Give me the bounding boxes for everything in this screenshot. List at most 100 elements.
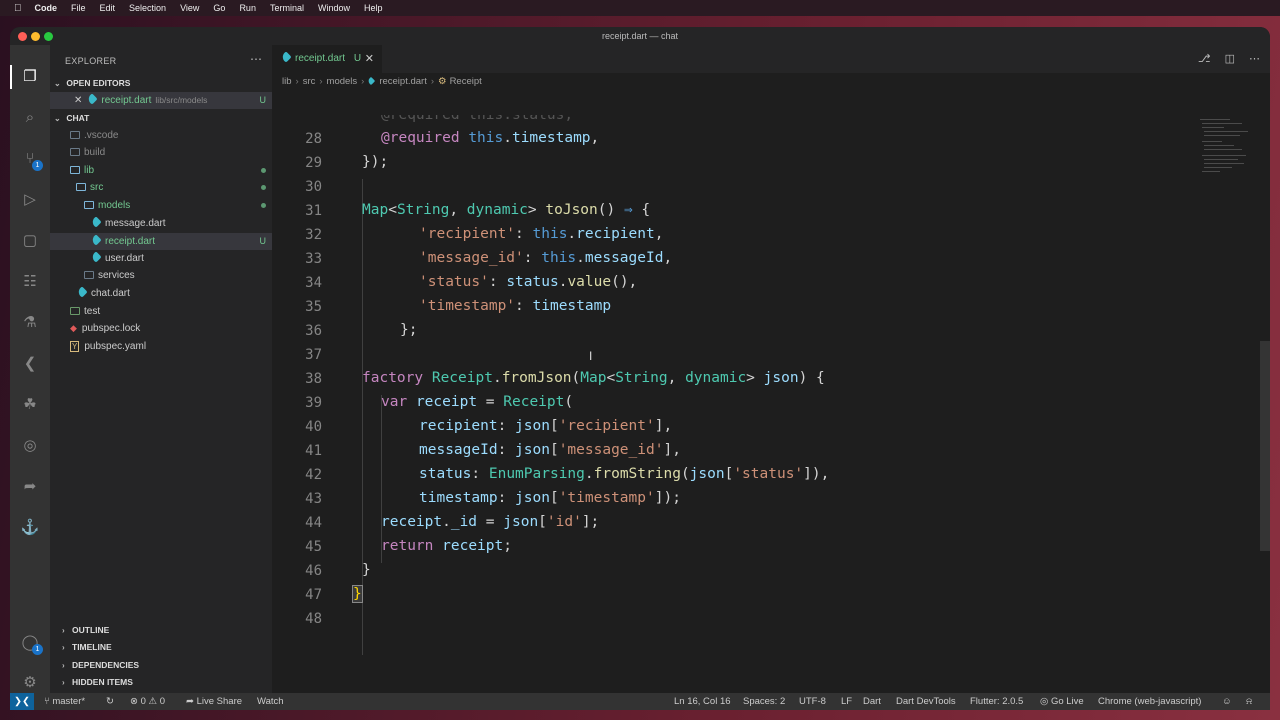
problems-item[interactable]: ⊗ 0 ⚠ 0 bbox=[130, 693, 165, 710]
sync-icon[interactable]: ↻ bbox=[106, 693, 114, 710]
explorer-icon[interactable]: ❐ bbox=[20, 67, 40, 87]
menu-window[interactable]: Window bbox=[311, 3, 357, 13]
git-graph-icon[interactable]: ◎ bbox=[20, 436, 40, 456]
vertical-scrollbar[interactable] bbox=[1260, 341, 1270, 551]
breadcrumb-item[interactable]: receipt.dart bbox=[379, 76, 427, 87]
tree-item-chat-dart[interactable]: chat.dart bbox=[50, 285, 272, 302]
tree-label: lib bbox=[84, 165, 95, 176]
tree-item-pubspec-yaml[interactable]: Ypubspec.yaml bbox=[50, 338, 272, 355]
tree-item-src[interactable]: src bbox=[50, 179, 272, 196]
code-line: timestamp: json['timestamp']); bbox=[419, 490, 681, 506]
tree-icon[interactable]: ☘ bbox=[20, 395, 40, 415]
watch-item[interactable]: Watch bbox=[257, 693, 284, 710]
tree-item-services[interactable]: services bbox=[50, 267, 272, 284]
cursor-position[interactable]: Ln 16, Col 16 bbox=[674, 693, 731, 710]
split-editor-icon[interactable]: ◫ bbox=[1225, 52, 1235, 65]
flutter-version[interactable]: Flutter: 2.0.5 bbox=[970, 693, 1023, 710]
code-line: } bbox=[362, 562, 371, 578]
account-badge: 1 bbox=[32, 644, 43, 655]
more-actions-icon[interactable]: ⋯ bbox=[250, 52, 262, 66]
menu-help[interactable]: Help bbox=[357, 3, 390, 13]
menu-run[interactable]: Run bbox=[232, 3, 263, 13]
dart-devtools[interactable]: Dart DevTools bbox=[896, 693, 956, 710]
open-editor-item[interactable]: ✕ receipt.dart lib/src/models U bbox=[50, 92, 272, 109]
docker-icon[interactable]: ⚓ bbox=[20, 518, 40, 538]
tree-item-test[interactable]: test bbox=[50, 303, 272, 320]
tree-item-models[interactable]: models bbox=[50, 197, 272, 214]
code-line: Map<String, dynamic> toJson() ⇒ { bbox=[362, 202, 651, 218]
tree-label: test bbox=[84, 306, 101, 317]
tree-item-user-dart[interactable]: user.dart bbox=[50, 250, 272, 267]
tree-item-build[interactable]: build bbox=[50, 144, 272, 161]
search-icon[interactable]: ⌕ bbox=[20, 108, 40, 128]
outline-section[interactable]: › OUTLINE bbox=[50, 622, 272, 639]
language-mode[interactable]: Dart bbox=[863, 693, 881, 710]
apple-icon[interactable]:  bbox=[0, 3, 28, 14]
tab-receipt-dart[interactable]: receipt.dart U ✕ bbox=[272, 45, 382, 73]
minimize-window-button[interactable] bbox=[31, 32, 40, 41]
tree-label: models bbox=[98, 200, 131, 211]
tree-item-receipt-dart[interactable]: receipt.dart U bbox=[50, 233, 272, 250]
hidden-items-section[interactable]: › HIDDEN ITEMS bbox=[50, 674, 272, 691]
encoding[interactable]: UTF-8 bbox=[799, 693, 826, 710]
branch-item[interactable]: ⑂ master* bbox=[44, 693, 85, 710]
code-line: recipient: json['recipient'], bbox=[419, 418, 673, 434]
testing-icon[interactable]: ⚗ bbox=[20, 313, 40, 333]
menu-terminal[interactable]: Terminal bbox=[263, 3, 311, 13]
feedback-icon[interactable]: ☺ bbox=[1222, 693, 1232, 710]
code-editor[interactable]: 28 29 30 31 32 33 34 35 36 37 38 39 40 4… bbox=[272, 91, 1270, 693]
tab-label: receipt.dart bbox=[295, 53, 346, 64]
activity-bar: ❐ ⌕ ⑂ 1 ▷ ▢ ☷ ⚗ ❮ ☘ ◎ ➦ ⚓ ◯ 1 ⚙ bbox=[10, 45, 50, 693]
menu-edit[interactable]: Edit bbox=[93, 3, 123, 13]
go-live-item[interactable]: ◎ Go Live bbox=[1040, 693, 1084, 710]
menu-view[interactable]: View bbox=[173, 3, 206, 13]
remote-indicator-icon[interactable]: ❯❮ bbox=[10, 693, 34, 710]
code-line: }; bbox=[400, 322, 418, 338]
minimap[interactable] bbox=[1196, 91, 1256, 181]
timeline-section[interactable]: › TIMELINE bbox=[50, 639, 272, 656]
live-share-item[interactable]: ➦ Live Share bbox=[186, 693, 242, 710]
source-control-icon[interactable]: ⑂ 1 bbox=[20, 149, 43, 171]
extensions-icon[interactable]: ☷ bbox=[20, 272, 40, 292]
open-editors-section[interactable]: ⌄ OPEN EDITORS bbox=[50, 75, 272, 92]
menu-selection[interactable]: Selection bbox=[122, 3, 173, 13]
editor-actions: ⎇ ◫ ⋯ bbox=[1198, 52, 1260, 65]
compare-changes-icon[interactable]: ⎇ bbox=[1198, 52, 1211, 65]
code-line: return receipt; bbox=[381, 538, 512, 554]
notifications-bell-icon[interactable]: ⍾ bbox=[1246, 693, 1252, 710]
tree-item-pubspec-lock[interactable]: ◆ pubspec.lock bbox=[50, 320, 272, 337]
folder-icon bbox=[70, 307, 80, 315]
zoom-window-button[interactable] bbox=[44, 32, 53, 41]
account-icon[interactable]: ◯ 1 bbox=[20, 633, 43, 655]
close-icon[interactable]: ✕ bbox=[74, 95, 82, 106]
breadcrumb-item[interactable]: lib bbox=[282, 76, 292, 87]
dependencies-section[interactable]: › DEPENDENCIES bbox=[50, 657, 272, 674]
dart-file-icon bbox=[90, 234, 102, 246]
tree-item-vscode[interactable]: .vscode bbox=[50, 127, 272, 144]
folder-open-icon bbox=[70, 166, 80, 174]
close-icon[interactable]: ✕ bbox=[365, 45, 374, 73]
warning-count: 0 bbox=[159, 696, 166, 707]
flutter-icon[interactable]: ❮ bbox=[20, 354, 40, 374]
tree-item-message-dart[interactable]: message.dart bbox=[50, 215, 272, 232]
menu-app[interactable]: Code bbox=[28, 3, 65, 13]
run-debug-icon[interactable]: ▷ bbox=[20, 190, 40, 210]
chat-project-section[interactable]: ⌄ CHAT bbox=[50, 110, 272, 127]
breadcrumb-item[interactable]: Receipt bbox=[450, 76, 482, 87]
device-selector[interactable]: Chrome (web-javascript) bbox=[1098, 693, 1201, 710]
live-share-icon[interactable]: ➦ bbox=[20, 477, 40, 497]
line-ending[interactable]: LF bbox=[841, 693, 852, 710]
tree-item-lib[interactable]: lib bbox=[50, 162, 272, 179]
error-icon: ⊗ bbox=[130, 696, 138, 707]
remote-explorer-icon[interactable]: ▢ bbox=[20, 231, 40, 251]
menu-go[interactable]: Go bbox=[206, 3, 232, 13]
project-label: CHAT bbox=[66, 113, 90, 123]
chevron-right-icon: › bbox=[319, 76, 323, 87]
indentation[interactable]: Spaces: 2 bbox=[743, 693, 785, 710]
settings-gear-icon[interactable]: ⚙ bbox=[20, 673, 40, 693]
close-window-button[interactable] bbox=[18, 32, 27, 41]
breadcrumb-item[interactable]: models bbox=[327, 76, 358, 87]
more-actions-icon[interactable]: ⋯ bbox=[1249, 52, 1260, 65]
menu-file[interactable]: File bbox=[64, 3, 93, 13]
breadcrumb-item[interactable]: src bbox=[303, 76, 316, 87]
